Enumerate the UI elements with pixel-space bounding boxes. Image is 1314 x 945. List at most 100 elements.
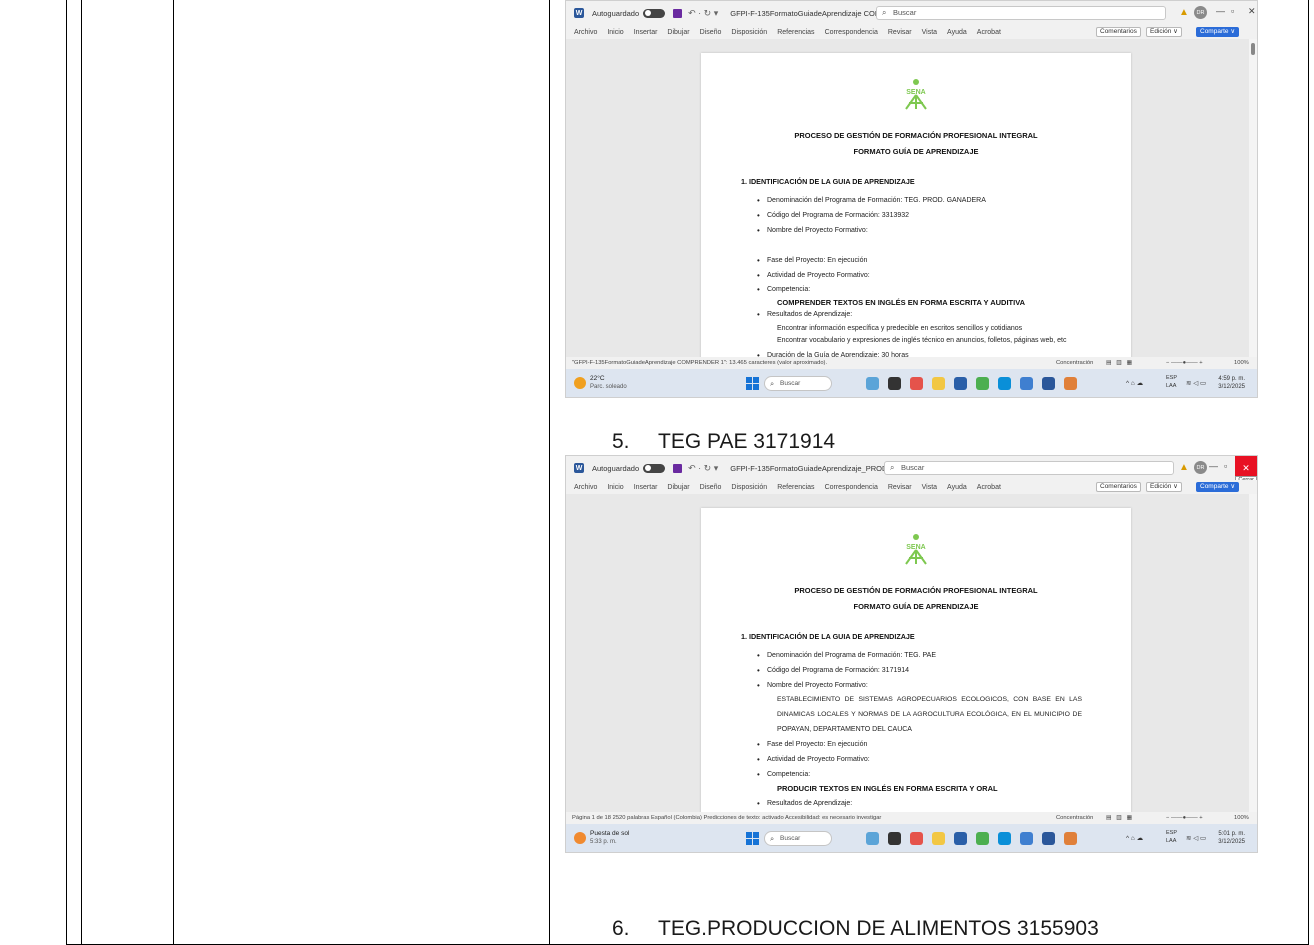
menu-item[interactable]: Acrobat (977, 29, 1001, 36)
list-item: Actividad de Proyecto Formativo: (757, 271, 870, 280)
close-icon[interactable]: ✕ (1248, 6, 1256, 17)
taskbar-app-icon[interactable] (1042, 377, 1055, 390)
taskbar-app-icon[interactable] (888, 832, 901, 845)
save-icon[interactable] (673, 8, 683, 18)
focus-mode[interactable]: Concentración (1056, 357, 1093, 369)
menu-item[interactable]: Diseño (700, 29, 722, 36)
share-button[interactable]: Comparte ∨ (1196, 482, 1240, 492)
menu-item[interactable]: Insertar (634, 484, 658, 491)
menu-item[interactable]: Vista (922, 484, 937, 491)
taskbar-clock[interactable]: 4:59 p. m. 3/12/2025 (1218, 375, 1245, 391)
menu-item[interactable]: Disposición (731, 29, 767, 36)
search-input[interactable]: Buscar (884, 461, 1174, 475)
taskbar-app-icon[interactable] (1020, 377, 1033, 390)
share-button[interactable]: Comparte ∨ (1196, 27, 1240, 37)
document-canvas: SENA PROCESO DE GESTIÓN DE FORMACIÓN PRO… (566, 39, 1251, 373)
edit-button[interactable]: Edición ∨ (1146, 482, 1182, 492)
taskbar-app-icon[interactable] (932, 832, 945, 845)
taskbar-app-icon[interactable] (932, 377, 945, 390)
focus-mode[interactable]: Concentración (1056, 812, 1093, 824)
autosave-label: Autoguardado (592, 463, 640, 473)
taskbar-app-icon[interactable] (976, 832, 989, 845)
list-item: Nombre del Proyecto Formativo: (757, 681, 868, 690)
scrollbar-thumb[interactable] (1251, 43, 1255, 55)
tray-network-volume[interactable]: ≋ ◁ ▭ (1186, 834, 1206, 842)
zoom-slider[interactable]: − ——●—— + (1166, 357, 1203, 369)
tray-icons[interactable]: ^ ⌂ ☁ (1126, 379, 1143, 387)
menu-item[interactable]: Disposición (731, 484, 767, 491)
menu-item[interactable]: Archivo (574, 484, 597, 491)
taskbar-app-icon[interactable] (910, 377, 923, 390)
menu-item[interactable]: Revisar (888, 29, 912, 36)
zoom-level[interactable]: 100% (1234, 357, 1249, 369)
taskbar-clock[interactable]: 5:01 p. m. 3/12/2025 (1218, 830, 1245, 846)
menu-item[interactable]: Revisar (888, 484, 912, 491)
document-name[interactable]: GFPI-F-135FormatoGuiadeAprendizaje_PRODU… (730, 464, 906, 473)
logo-text: SENA (906, 544, 925, 551)
taskbar-app-icon[interactable] (866, 832, 879, 845)
windows-start-icon[interactable] (746, 832, 759, 845)
taskbar-app-icon[interactable] (1020, 832, 1033, 845)
taskbar-app-icon[interactable] (1064, 832, 1077, 845)
menu-item[interactable]: Diseño (700, 484, 722, 491)
comments-button[interactable]: Comentarios (1096, 482, 1141, 492)
tray-language[interactable]: ESP LAA (1166, 829, 1177, 845)
comments-button[interactable]: Comentarios (1096, 27, 1141, 37)
save-icon[interactable] (673, 463, 683, 473)
warning-icon[interactable]: ▲ (1179, 7, 1189, 18)
minimize-icon[interactable]: — (1209, 461, 1218, 471)
taskbar-app-icon[interactable] (954, 832, 967, 845)
menu-item[interactable]: Archivo (574, 29, 597, 36)
menu-item[interactable]: Vista (922, 29, 937, 36)
menu-item[interactable]: Inicio (607, 484, 623, 491)
vertical-scrollbar[interactable] (1249, 494, 1257, 812)
taskbar-app-icon[interactable] (1042, 832, 1055, 845)
menu-item[interactable]: Ayuda (947, 29, 967, 36)
menu-item[interactable]: Ayuda (947, 484, 967, 491)
menu-item[interactable]: Dibujar (667, 29, 689, 36)
menu-item[interactable]: Referencias (777, 484, 814, 491)
menu-item[interactable]: Dibujar (667, 484, 689, 491)
warning-icon[interactable]: ▲ (1179, 462, 1189, 473)
taskbar-app-icon[interactable] (888, 377, 901, 390)
weather-icon[interactable] (574, 377, 586, 389)
avatar[interactable]: DR (1194, 6, 1207, 19)
edit-button[interactable]: Edición ∨ (1146, 27, 1182, 37)
vertical-scrollbar[interactable] (1249, 39, 1257, 357)
taskbar-app-icon[interactable] (866, 377, 879, 390)
tray-icons[interactable]: ^ ⌂ ☁ (1126, 834, 1143, 842)
autosave-toggle[interactable] (643, 8, 666, 18)
undo-icon[interactable]: ↶ · ↻ ▾ (688, 8, 718, 19)
autosave-toggle[interactable] (643, 463, 666, 473)
taskbar-search[interactable]: Buscar (764, 376, 832, 391)
menu-item[interactable]: Acrobat (977, 484, 1001, 491)
restore-icon[interactable]: ▫ (1224, 461, 1227, 471)
menu-item[interactable]: Insertar (634, 29, 658, 36)
taskbar-app-icon[interactable] (998, 832, 1011, 845)
view-icons[interactable]: ▤ ▥ ▦ (1106, 357, 1132, 369)
zoom-level[interactable]: 100% (1234, 812, 1249, 824)
menu-item[interactable]: Referencias (777, 29, 814, 36)
taskbar-app-icon[interactable] (910, 832, 923, 845)
minimize-icon[interactable]: — (1216, 6, 1225, 16)
view-icons[interactable]: ▤ ▥ ▦ (1106, 812, 1132, 824)
menu-item[interactable]: Correspondencia (825, 29, 878, 36)
zoom-slider[interactable]: − ——●—— + (1166, 812, 1203, 824)
taskbar-app-icon[interactable] (976, 377, 989, 390)
undo-icon[interactable]: ↶ · ↻ ▾ (688, 463, 718, 474)
status-text: "GFPI-F-135FormatoGuiadeAprendizaje COMP… (572, 360, 828, 366)
taskbar-app-icon[interactable] (1064, 377, 1077, 390)
menu-item[interactable]: Inicio (607, 29, 623, 36)
taskbar-search[interactable]: Buscar (764, 831, 832, 846)
sunset-icon[interactable] (574, 832, 586, 844)
tray-network-volume[interactable]: ≋ ◁ ▭ (1186, 379, 1206, 387)
avatar[interactable]: DR (1194, 461, 1207, 474)
search-input[interactable]: Buscar (876, 6, 1166, 20)
windows-start-icon[interactable] (746, 377, 759, 390)
taskbar-app-icon[interactable] (998, 377, 1011, 390)
tray-language[interactable]: ESP LAA (1166, 374, 1177, 390)
taskbar-app-icon[interactable] (954, 377, 967, 390)
list-number: 6. (612, 917, 630, 940)
menu-item[interactable]: Correspondencia (825, 484, 878, 491)
restore-icon[interactable]: ▫ (1231, 6, 1234, 16)
